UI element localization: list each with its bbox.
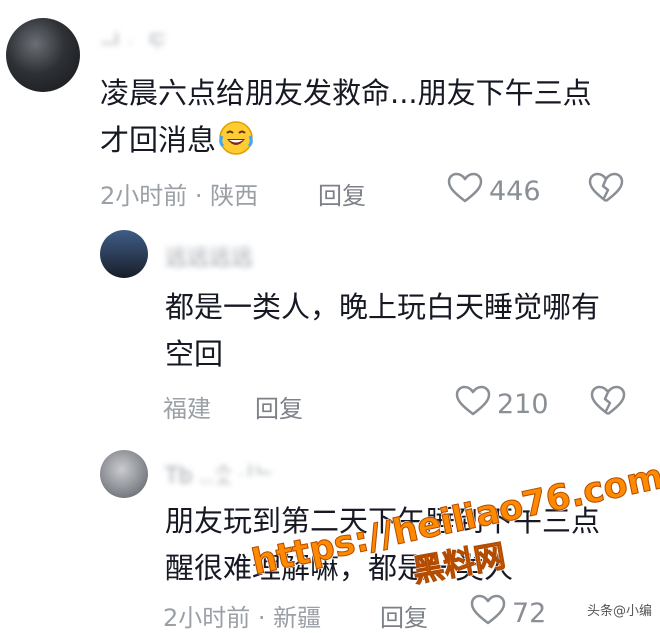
heart-icon [447, 172, 483, 211]
like-count: 446 [489, 176, 541, 207]
username[interactable]: Tb ..ᄉᆢᆺᆡᄂ [165, 458, 274, 490]
username[interactable]: ᆜᆞ ᄃᆞ [100, 26, 168, 58]
comment-text: 凌晨六点给朋友发救命...朋友下午三点才回消息 [100, 76, 592, 157]
dislike-button[interactable] [588, 172, 624, 208]
comment-location: 福建 [163, 395, 211, 423]
avatar[interactable] [100, 230, 148, 278]
broken-heart-icon [590, 385, 626, 421]
heart-icon [455, 385, 491, 424]
like-count: 210 [497, 389, 549, 420]
reply-button[interactable]: 回复 [318, 176, 366, 211]
source-tag: 头条@小编 [586, 604, 652, 619]
comment-text: 都是一类人，晚上玩白天睡觉哪有空回 [165, 290, 601, 371]
like-button[interactable]: 446 [447, 172, 541, 211]
comment-time-location: 2小时前 · 新疆 [163, 604, 322, 632]
like-button[interactable]: 210 [455, 385, 549, 424]
reply-button[interactable]: 回复 [380, 598, 428, 633]
username[interactable]: 远远远远 [165, 240, 253, 272]
dislike-button[interactable] [590, 385, 626, 421]
reply-button[interactable]: 回复 [255, 389, 303, 424]
avatar[interactable] [6, 18, 80, 92]
comment-time-location: 2小时前 · 陕西 [100, 182, 259, 210]
laughing-crying-emoji-icon [218, 120, 254, 156]
broken-heart-icon [588, 172, 624, 208]
avatar[interactable] [100, 450, 148, 498]
